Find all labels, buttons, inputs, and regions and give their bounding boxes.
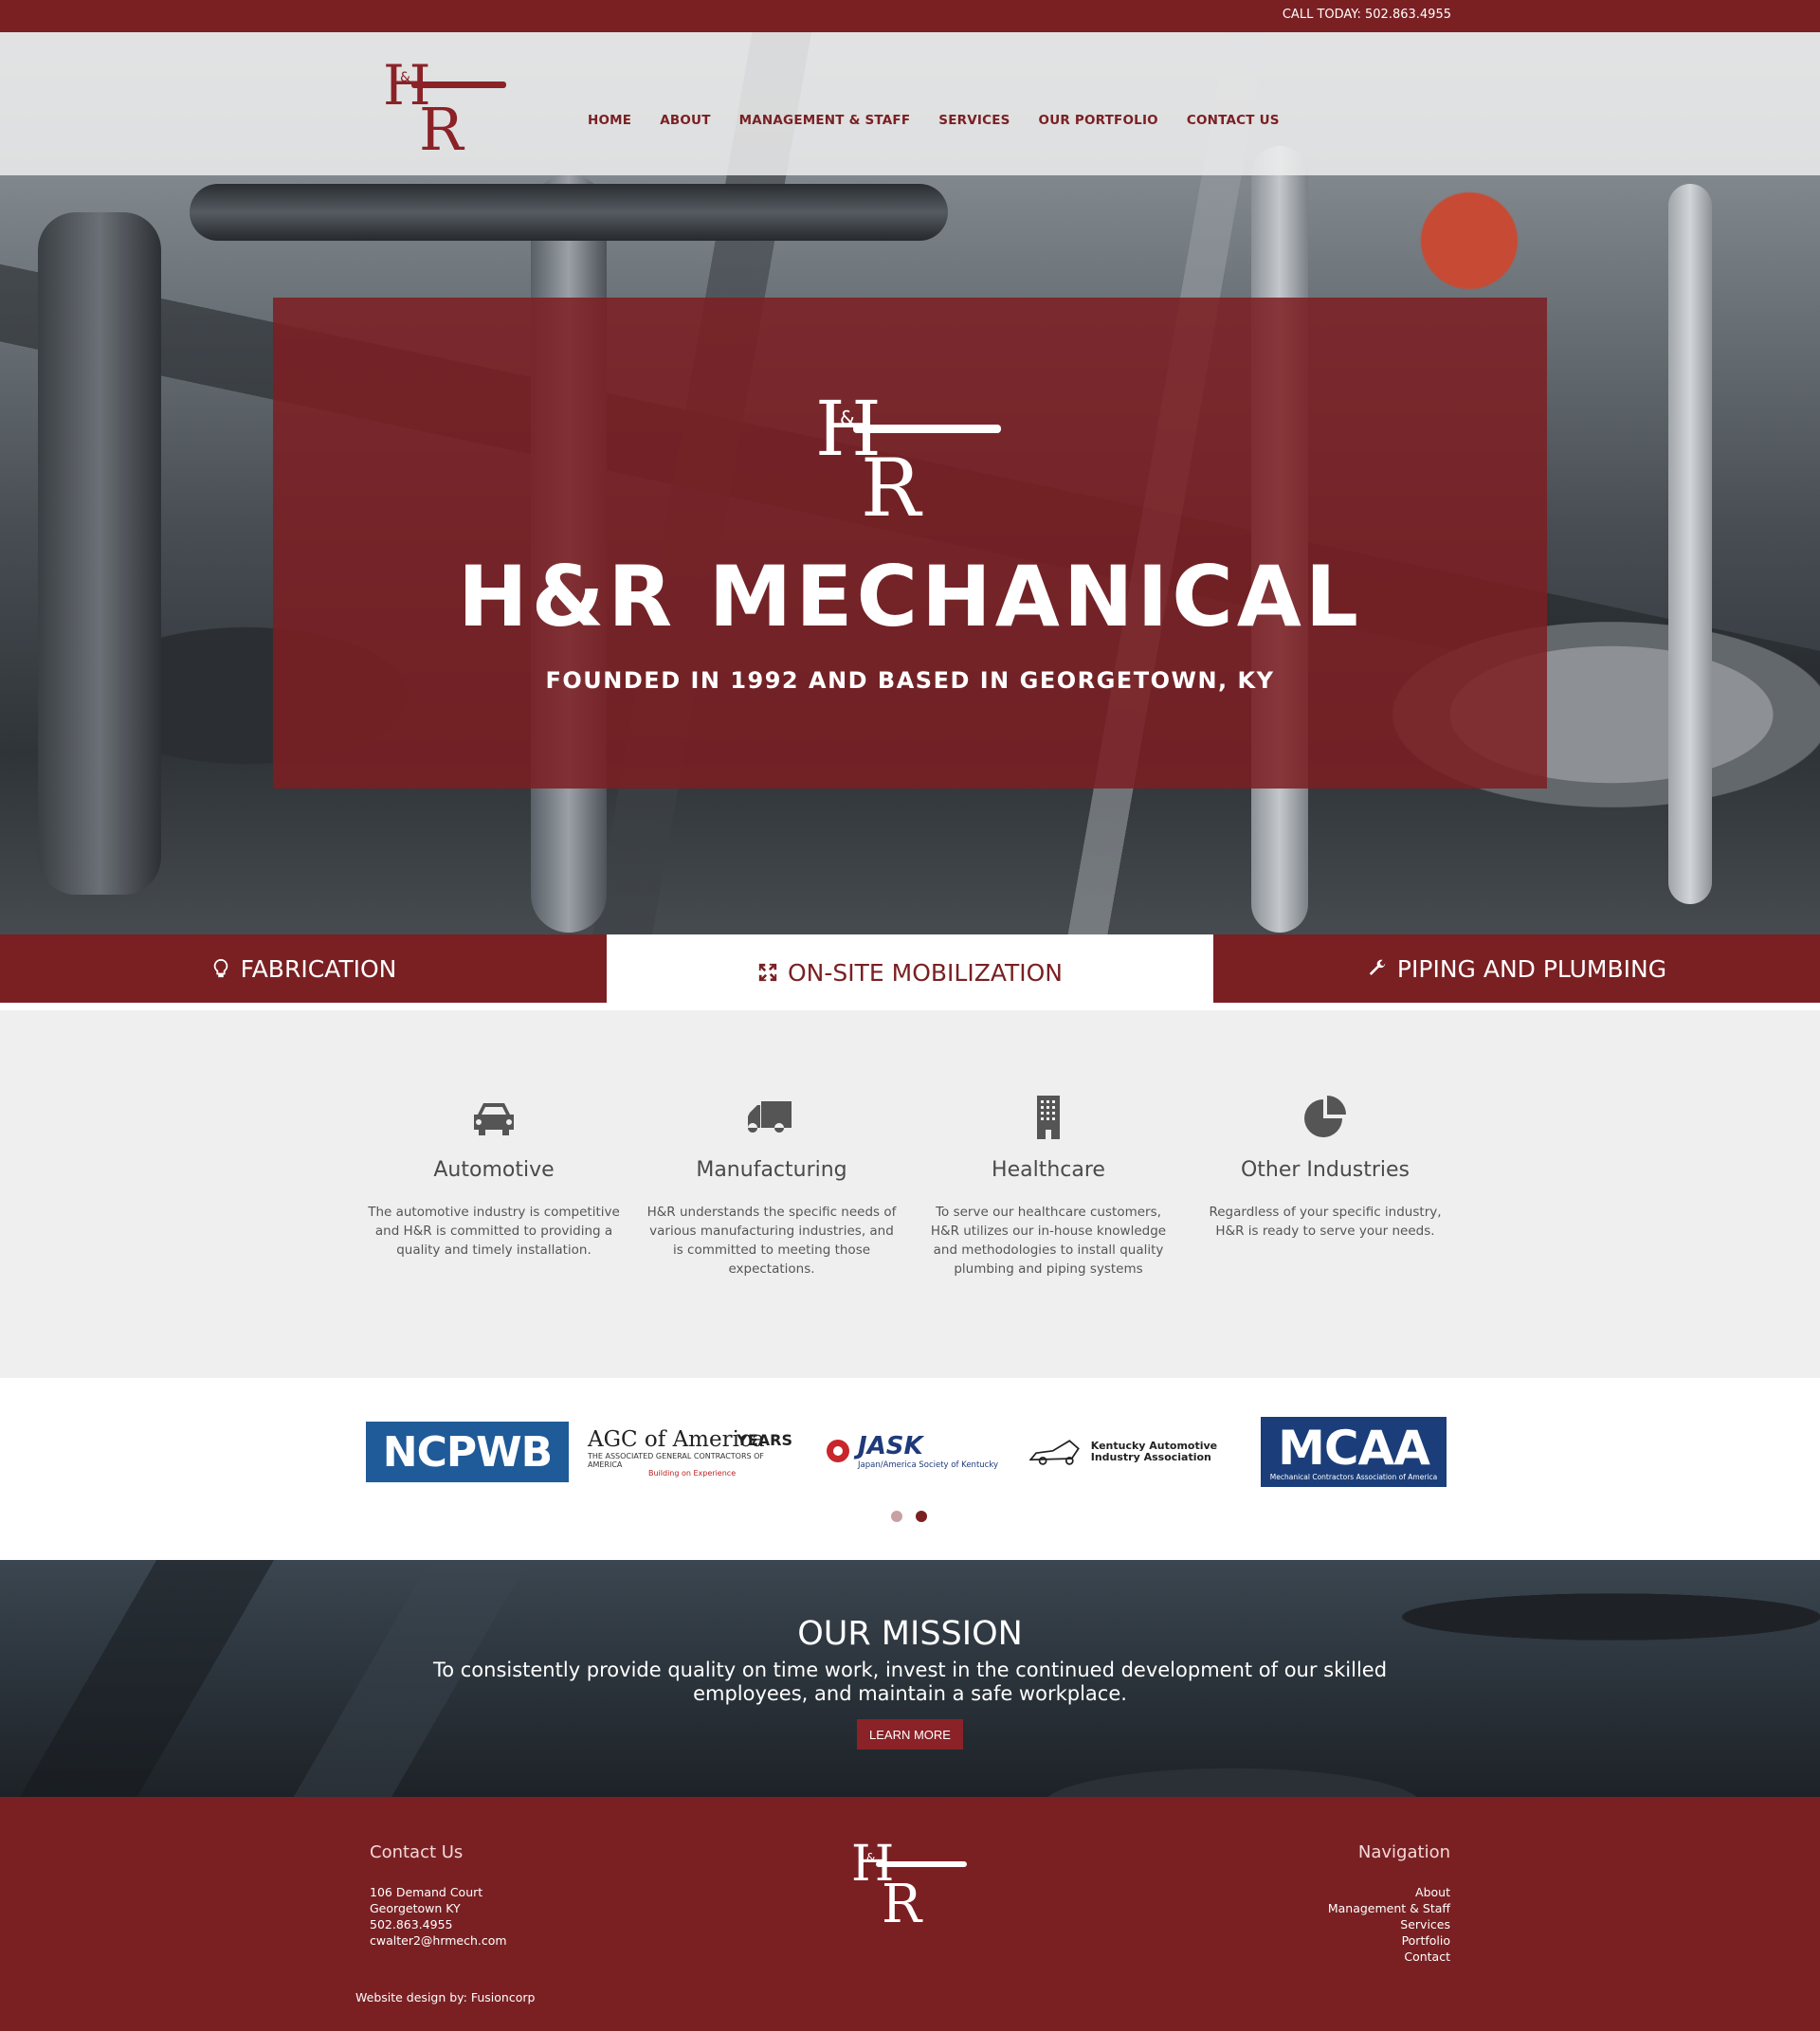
hero-card: H R & H&R MECHANICAL FOUNDED IN 1992 AND… (273, 298, 1547, 789)
industries-section: Automotive The automotive industry is co… (0, 1010, 1820, 1378)
partners-carousel: NCPWB AGC of America THE ASSOCIATED GENE… (0, 1378, 1820, 1560)
footer-phone[interactable]: 502.863.4955 (370, 1916, 507, 1932)
industry-other: Other Industries Regardless of your spec… (1199, 1094, 1451, 1241)
mcaa-name: MCAA (1278, 1420, 1430, 1476)
website-credit[interactable]: Website design by: Fusioncorp (355, 1990, 535, 2004)
svg-text:&: & (866, 1851, 875, 1864)
pie-chart-icon (1304, 1096, 1346, 1137)
carousel-dot-2[interactable] (916, 1511, 927, 1522)
hero-title: H&R MECHANICAL (458, 548, 1362, 645)
tab-piping-plumbing[interactable]: PIPING AND PLUMBING (1213, 934, 1820, 1003)
truck-icon (748, 1101, 792, 1133)
industry-title: Healthcare (992, 1158, 1105, 1182)
mission-section: OUR MISSION To consistently provide qual… (0, 1560, 1820, 1797)
building-icon (1037, 1096, 1060, 1139)
hr-logo-footer-icon[interactable]: H R & (851, 1833, 969, 1926)
nav-about[interactable]: ABOUT (660, 113, 710, 128)
footer: Contact Us 106 Demand Court Georgetown K… (0, 1797, 1820, 2031)
nav-management-staff[interactable]: MANAGEMENT & STAFF (739, 113, 911, 128)
svg-text:&: & (400, 70, 410, 85)
agc-logo[interactable]: AGC of America THE ASSOCIATED GENERAL CO… (588, 1425, 792, 1478)
nav-services[interactable]: SERVICES (938, 113, 1010, 128)
tab-label: PIPING AND PLUMBING (1396, 954, 1667, 983)
tab-label: FABRICATION (240, 954, 397, 983)
industry-text: H&R understands the specific needs of va… (646, 1205, 897, 1277)
mcaa-logo[interactable]: MCAA Mechanical Contractors Association … (1261, 1417, 1447, 1487)
industry-text: The automotive industry is competitive a… (368, 1205, 620, 1258)
address-line-2: Georgetown KY (370, 1901, 461, 1915)
hr-logo-white-icon: H R & (815, 385, 1001, 523)
service-tabs: FABRICATION ON-SITE MOBILIZATION PIPING … (0, 934, 1820, 1010)
industry-text: Regardless of your specific industry, H&… (1209, 1205, 1442, 1239)
footer-nav-portfolio[interactable]: Portfolio (1328, 1932, 1450, 1949)
car-icon (474, 1103, 514, 1135)
industry-text: To serve our healthcare customers, H&R u… (930, 1205, 1167, 1277)
industry-automotive: Automotive The automotive industry is co… (368, 1094, 620, 1260)
nav-home[interactable]: HOME (588, 113, 631, 128)
footer-email[interactable]: cwalter2@hrmech.com (370, 1932, 507, 1949)
kaia-logo[interactable]: Kentucky Automotive Industry Association (1029, 1424, 1238, 1480)
industry-healthcare: Healthcare To serve our healthcare custo… (922, 1094, 1174, 1278)
main-nav: HOME ABOUT MANAGEMENT & STAFF SERVICES O… (588, 113, 1280, 128)
industry-title: Other Industries (1240, 1158, 1410, 1182)
flower-icon (827, 1440, 850, 1462)
pipe-decoration (1668, 184, 1712, 904)
mcaa-tagline: Mechanical Contractors Association of Am… (1269, 1472, 1438, 1481)
jask-tagline: Japan/America Society of Kentucky (858, 1460, 998, 1470)
agc-tagline: THE ASSOCIATED GENERAL CONTRACTORS OF AM… (588, 1451, 765, 1469)
hero-subtitle: FOUNDED IN 1992 AND BASED IN GEORGETOWN,… (545, 667, 1275, 694)
hero-section: H R & HOME ABOUT MANAGEMENT & STAFF SERV… (0, 32, 1820, 934)
ncpwb-name: NCPWB (382, 1427, 553, 1477)
footer-nav-about[interactable]: About (1328, 1884, 1450, 1900)
footer-contact: 106 Demand Court Georgetown KY 502.863.4… (370, 1884, 507, 1949)
tab-label: ON-SITE MOBILIZATION (787, 958, 1064, 987)
jask-text: JASK Japan/America Society of Kentucky (858, 1432, 998, 1470)
svg-text:R: R (861, 442, 923, 523)
footer-nav-contact[interactable]: Contact (1328, 1949, 1450, 1965)
mission-text: To consistently provide quality on time … (432, 1659, 1388, 1705)
footer-nav-services[interactable]: Services (1328, 1916, 1450, 1932)
jask-name: JASK (858, 1432, 923, 1460)
ncpwb-logo[interactable]: NCPWB (366, 1422, 569, 1482)
agc-motto: Building on Experience (648, 1468, 737, 1478)
industry-title: Manufacturing (696, 1158, 847, 1182)
pipe-decoration (190, 184, 948, 241)
top-bar: CALL TODAY: 502.863.4955 (0, 0, 1820, 32)
header-nav-band: H R & HOME ABOUT MANAGEMENT & STAFF SERV… (0, 32, 1820, 175)
jask-logo[interactable]: JASK Japan/America Society of Kentucky (808, 1427, 1014, 1475)
address-line-1: 106 Demand Court (370, 1885, 483, 1899)
footer-nav-management-staff[interactable]: Management & Staff (1328, 1900, 1450, 1916)
svg-text:&: & (840, 407, 855, 429)
wrench-icon (1369, 959, 1386, 975)
kaia-name: Kentucky Automotive Industry Association (1090, 1440, 1218, 1463)
footer-nav: About Management & Staff Services Portfo… (1328, 1884, 1450, 1965)
car-outline-icon (1029, 1440, 1080, 1465)
arrows-expand-icon (758, 963, 777, 982)
hr-logo-icon[interactable]: H R & (383, 49, 510, 155)
tab-on-site-mobilization[interactable]: ON-SITE MOBILIZATION (607, 934, 1213, 1010)
call-today-phone[interactable]: CALL TODAY: 502.863.4955 (1283, 8, 1451, 22)
nav-contact[interactable]: CONTACT US (1187, 113, 1280, 128)
svg-text:R: R (882, 1874, 923, 1926)
learn-more-button[interactable]: LEARN MORE (857, 1719, 963, 1750)
footer-contact-heading: Contact Us (370, 1842, 464, 1862)
footer-nav-heading: Navigation (1357, 1842, 1450, 1862)
nav-portfolio[interactable]: OUR PORTFOLIO (1039, 113, 1158, 128)
lightbulb-icon (213, 958, 228, 978)
industry-manufacturing: Manufacturing H&R understands the specif… (646, 1094, 898, 1278)
industry-title: Automotive (433, 1158, 555, 1182)
carousel-dot-1[interactable] (891, 1511, 902, 1522)
pipe-decoration (38, 212, 161, 895)
mission-title: OUR MISSION (797, 1615, 1023, 1653)
agc-years: YEARS (737, 1431, 792, 1449)
tab-fabrication[interactable]: FABRICATION (0, 934, 607, 1003)
svg-text:R: R (419, 95, 465, 155)
